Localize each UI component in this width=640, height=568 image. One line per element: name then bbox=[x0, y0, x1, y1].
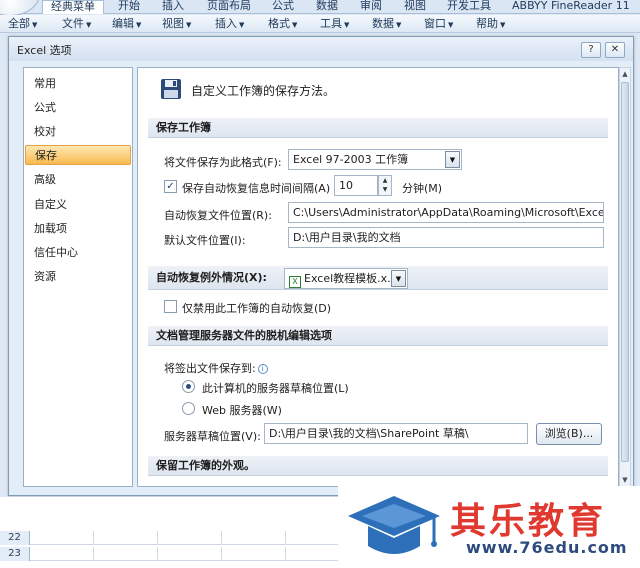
minutes-spinner[interactable]: ▲ ▼ bbox=[378, 175, 392, 196]
menu-data[interactable]: 数据 ▼ bbox=[372, 17, 401, 31]
nav-item-addins[interactable]: 加载项 bbox=[25, 219, 131, 239]
menu-tools[interactable]: 工具 ▼ bbox=[320, 17, 349, 31]
save-format-select[interactable]: Excel 97-2003 工作簿 ▼ bbox=[288, 149, 462, 170]
page-title: 自定义工作簿的保存方法。 bbox=[191, 84, 336, 98]
scroll-down-icon[interactable]: ▼ bbox=[620, 474, 630, 486]
chevron-down-icon: ▼ bbox=[396, 21, 402, 29]
chevron-down-icon: ▼ bbox=[86, 21, 92, 29]
autorecover-location-label: 自动恢复文件位置(R): bbox=[164, 209, 272, 222]
dialog-title: Excel 选项 bbox=[17, 44, 72, 57]
menu-help[interactable]: 帮助 ▼ bbox=[476, 17, 505, 31]
ribbon-tab-home[interactable]: 开始 bbox=[118, 0, 140, 14]
server-drafts-radio[interactable] bbox=[182, 380, 195, 393]
watermark-url: www.76edu.com bbox=[466, 538, 628, 557]
default-location-label: 默认文件位置(I): bbox=[164, 234, 246, 247]
chevron-down-icon: ▼ bbox=[500, 21, 506, 29]
dialog-titlebar[interactable]: Excel 选项 ? ✕ bbox=[9, 37, 633, 61]
spin-up-icon[interactable]: ▲ bbox=[379, 176, 391, 185]
ribbon-tab-developer[interactable]: 开发工具 bbox=[447, 0, 491, 14]
autorecover-label: 保存自动恢复信息时间间隔(A) bbox=[182, 182, 331, 195]
chevron-down-icon: ▼ bbox=[186, 21, 192, 29]
chevron-down-icon: ▼ bbox=[292, 21, 298, 29]
autorecover-checkbox[interactable]: ✓ bbox=[164, 180, 177, 193]
ribbon-tab-view[interactable]: 视图 bbox=[404, 0, 426, 14]
default-location-input[interactable]: D:\用户目录\我的文档 bbox=[288, 227, 604, 248]
menu-file[interactable]: 文件 ▼ bbox=[62, 17, 91, 31]
chevron-down-icon: ▼ bbox=[32, 21, 38, 29]
nav-item-formulas[interactable]: 公式 bbox=[25, 98, 131, 118]
info-icon: i bbox=[257, 364, 268, 374]
graduation-cap-icon bbox=[348, 496, 440, 554]
section-preserve-appearance: 保留工作簿的外观。 bbox=[148, 456, 608, 476]
ribbon-tab-formulas[interactable]: 公式 bbox=[272, 0, 294, 14]
autorecover-minutes-input[interactable]: 10 bbox=[334, 175, 378, 196]
excel-file-icon: X bbox=[289, 276, 301, 288]
nav-item-general[interactable]: 常用 bbox=[25, 74, 131, 94]
ribbon-tab-data[interactable]: 数据 bbox=[316, 0, 338, 14]
spin-down-icon[interactable]: ▼ bbox=[379, 185, 391, 194]
close-button[interactable]: ✕ bbox=[605, 42, 625, 58]
row-header[interactable]: 23 bbox=[0, 547, 30, 561]
disable-autorecover-checkbox[interactable] bbox=[164, 300, 177, 313]
section-save-workbooks: 保存工作簿 bbox=[148, 118, 608, 138]
ribbon-tab-classic-menu[interactable]: 经典菜单 bbox=[42, 0, 104, 14]
menu-edit[interactable]: 编辑 ▼ bbox=[112, 17, 141, 31]
help-button[interactable]: ? bbox=[581, 42, 601, 58]
classic-menubar: 全部 ▼ 文件 ▼ 编辑 ▼ 视图 ▼ 插入 ▼ 格式 ▼ 工具 ▼ 数据 ▼ 窗口 ▼ 帮助 ▼ bbox=[0, 15, 640, 33]
autorecover-exception-select[interactable]: X Excel教程模板.x... ▼ bbox=[284, 268, 408, 289]
chevron-down-icon[interactable]: ▼ bbox=[391, 270, 406, 287]
nav-item-trust-center[interactable]: 信任中心 bbox=[25, 243, 131, 263]
chevron-down-icon: ▼ bbox=[239, 21, 245, 29]
checkout-label: 将签出文件保存到: i bbox=[164, 360, 268, 376]
options-content: 自定义工作簿的保存方法。 保存工作簿 将文件保存为此格式(F): Excel 9… bbox=[137, 67, 619, 487]
ribbon-tab-page-layout[interactable]: 页面布局 bbox=[207, 0, 251, 14]
watermark-title: 其乐教育 bbox=[450, 501, 607, 542]
chevron-down-icon: ▼ bbox=[448, 21, 454, 29]
format-label: 将文件保存为此格式(F): bbox=[164, 156, 282, 169]
chevron-down-icon: ▼ bbox=[344, 21, 350, 29]
excel-options-dialog: Excel 选项 ? ✕ 常用 公式 校对 保存 高级 自定义 加载项 信任中心… bbox=[8, 36, 634, 496]
nav-item-resources[interactable]: 资源 bbox=[25, 267, 131, 287]
row-header[interactable]: 22 bbox=[0, 531, 30, 545]
minutes-label: 分钟(M) bbox=[402, 182, 443, 195]
menu-window[interactable]: 窗口 ▼ bbox=[424, 17, 453, 31]
server-drafts-location-label: 服务器草稿位置(V): bbox=[164, 430, 261, 443]
ribbon-tab-bar: 经典菜单 开始 插入 页面布局 公式 数据 审阅 视图 开发工具 ABBYY F… bbox=[0, 0, 640, 16]
autorecover-location-input[interactable]: C:\Users\Administrator\AppData\Roaming\M… bbox=[288, 202, 604, 223]
exception-label: 自动恢复例外情况(X): bbox=[156, 271, 267, 284]
options-nav: 常用 公式 校对 保存 高级 自定义 加载项 信任中心 资源 bbox=[23, 67, 133, 487]
ribbon-tab-abbyy[interactable]: ABBYY FineReader 11 bbox=[512, 0, 630, 14]
watermark: 其乐教育 www.76edu.com bbox=[338, 486, 640, 568]
nav-item-advanced[interactable]: 高级 bbox=[25, 170, 131, 190]
menu-format[interactable]: 格式 ▼ bbox=[268, 17, 297, 31]
server-drafts-radio-label: 此计算机的服务器草稿位置(L) bbox=[202, 382, 349, 395]
scroll-up-icon[interactable]: ▲ bbox=[620, 68, 630, 80]
server-drafts-location-input[interactable]: D:\用户目录\我的文档\SharePoint 草稿\ bbox=[264, 423, 528, 444]
save-disk-icon bbox=[161, 79, 181, 99]
menu-view[interactable]: 视图 ▼ bbox=[162, 17, 191, 31]
office-button[interactable] bbox=[0, 0, 40, 16]
content-scrollbar[interactable]: ▲ ▼ bbox=[619, 67, 631, 487]
nav-item-save[interactable]: 保存 bbox=[25, 145, 131, 165]
section-offline-editing: 文档管理服务器文件的脱机编辑选项 bbox=[148, 326, 608, 346]
browse-button[interactable]: 浏览(B)... bbox=[536, 423, 602, 445]
chevron-down-icon: ▼ bbox=[136, 21, 142, 29]
ribbon-tab-review[interactable]: 审阅 bbox=[360, 0, 382, 14]
menu-all[interactable]: 全部 ▼ bbox=[8, 17, 37, 31]
chevron-down-icon[interactable]: ▼ bbox=[445, 151, 460, 168]
menu-insert[interactable]: 插入 ▼ bbox=[215, 17, 244, 31]
nav-item-customize[interactable]: 自定义 bbox=[25, 195, 131, 215]
web-server-radio-label: Web 服务器(W) bbox=[202, 404, 282, 417]
nav-item-proofing[interactable]: 校对 bbox=[25, 122, 131, 142]
web-server-radio[interactable] bbox=[182, 402, 195, 415]
ribbon-tab-insert[interactable]: 插入 bbox=[162, 0, 184, 14]
disable-autorecover-label: 仅禁用此工作簿的自动恢复(D) bbox=[182, 302, 332, 315]
scroll-thumb[interactable] bbox=[621, 82, 629, 462]
